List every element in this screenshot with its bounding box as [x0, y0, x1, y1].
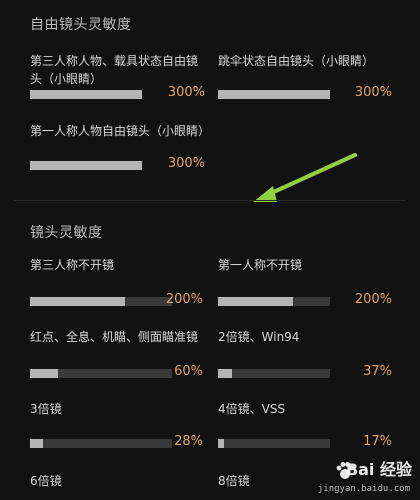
setting-label: 2倍镜、Win94 — [218, 330, 300, 344]
sensitivity-settings-page: 自由镜头灵敏度 第三人称人物、载具状态自由镜头（小眼睛） 300% 跳伞状态自由… — [0, 0, 420, 500]
setting-label: 第三人称人物、载具状态自由镜头（小眼睛） — [30, 54, 199, 86]
annotation-arrow-icon — [253, 153, 357, 202]
setting-value: 200% — [165, 292, 203, 307]
slider-fill — [218, 439, 224, 448]
setting-value: 300% — [167, 85, 205, 100]
setting-label: 4倍镜、VSS — [218, 402, 286, 416]
setting-value: 17% — [363, 434, 392, 449]
slider-track[interactable] — [218, 90, 330, 99]
slider-fill — [30, 161, 142, 170]
watermark-brand: Bai 经验 — [345, 460, 412, 479]
slider-track[interactable] — [30, 90, 142, 99]
setting-label: 6倍镜 — [30, 474, 62, 488]
slider-track[interactable] — [218, 439, 330, 448]
setting-label: 第三人称不开镜 — [30, 258, 115, 272]
setting-label: 3倍镜 — [30, 402, 62, 416]
setting-value: 300% — [354, 85, 392, 100]
section-divider — [14, 200, 406, 201]
setting-value: 37% — [363, 364, 392, 379]
watermark-url: jingyan.baidu.com — [317, 484, 410, 494]
setting-value: 200% — [354, 292, 392, 307]
slider-fill — [218, 297, 293, 306]
setting-label: 跳伞状态自由镜头（小眼睛） — [218, 54, 375, 68]
slider-fill — [30, 369, 58, 378]
setting-value: 300% — [167, 156, 205, 171]
slider-fill — [30, 297, 125, 306]
setting-value: 60% — [174, 364, 203, 379]
section-title-camera: 镜头灵敏度 — [30, 225, 103, 241]
slider-track[interactable] — [218, 369, 330, 378]
section-title-free-look: 自由镜头灵敏度 — [30, 17, 132, 33]
slider-track[interactable] — [218, 297, 330, 306]
slider-fill — [218, 369, 232, 378]
setting-label: 第一人称人物自由镜头（小眼睛） — [30, 124, 211, 138]
setting-label: 8倍镜 — [218, 474, 250, 488]
slider-fill — [218, 90, 330, 99]
slider-fill — [30, 90, 142, 99]
setting-label: 红点、全息、机瞄、侧面瞄准镜 — [30, 330, 199, 344]
setting-value: 28% — [174, 434, 203, 449]
setting-label: 第一人称不开镜 — [218, 258, 303, 272]
slider-track[interactable] — [30, 161, 142, 170]
slider-fill — [30, 439, 43, 448]
